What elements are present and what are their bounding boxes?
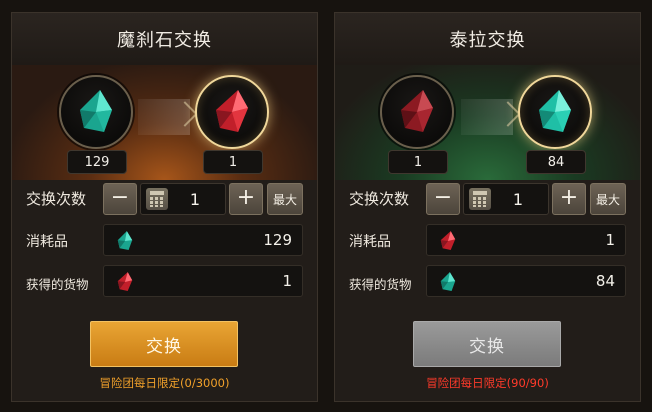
consume-value: 129 bbox=[263, 231, 292, 249]
panel-title: 泰拉交换 bbox=[335, 13, 640, 65]
exchange-button[interactable]: 交换 bbox=[90, 321, 238, 367]
exchange-arrow-icon bbox=[461, 99, 513, 135]
gain-label: 获得的货物 bbox=[26, 277, 89, 292]
red-gem-icon bbox=[401, 90, 433, 132]
quantity-label: 交换次数 bbox=[349, 190, 410, 208]
to-item-slot[interactable] bbox=[195, 75, 269, 149]
from-item-slot[interactable] bbox=[59, 75, 133, 149]
exchange-banner: 129 1 bbox=[12, 65, 317, 180]
max-button[interactable]: 最大 bbox=[267, 183, 303, 215]
daily-limit-text: 冒险团每日限定(90/90) bbox=[426, 376, 549, 390]
decrease-button[interactable]: − bbox=[103, 183, 137, 215]
quantity-label: 交换次数 bbox=[26, 190, 87, 208]
teal-gem-icon bbox=[117, 231, 133, 250]
teal-gem-icon bbox=[440, 272, 456, 291]
calculator-icon[interactable] bbox=[469, 188, 491, 210]
consume-field: 129 bbox=[103, 224, 303, 256]
from-item-slot[interactable] bbox=[380, 75, 454, 149]
increase-button[interactable]: + bbox=[229, 183, 263, 215]
consume-label: 消耗品 bbox=[26, 234, 68, 250]
red-gem-icon bbox=[440, 231, 456, 250]
from-count: 1 bbox=[388, 150, 448, 174]
consume-value: 1 bbox=[605, 231, 615, 249]
exchange-panel-mosha-stone: 魔刹石交换 129 1 交换次数 − 1 + 最大 消耗品 129 获得的货物 … bbox=[11, 12, 318, 402]
max-button[interactable]: 最大 bbox=[590, 183, 626, 215]
quantity-input[interactable]: 1 bbox=[140, 183, 226, 215]
calculator-icon[interactable] bbox=[146, 188, 168, 210]
from-count: 129 bbox=[67, 150, 127, 174]
exchange-banner: 1 84 bbox=[335, 65, 640, 180]
to-item-slot[interactable] bbox=[518, 75, 592, 149]
gain-value: 1 bbox=[282, 272, 292, 290]
teal-gem-icon bbox=[539, 90, 571, 132]
daily-limit-text: 冒险团每日限定(0/3000) bbox=[99, 376, 230, 390]
gain-value: 84 bbox=[595, 272, 615, 290]
teal-gem-icon bbox=[80, 90, 112, 132]
consume-label: 消耗品 bbox=[349, 234, 391, 250]
red-gem-icon bbox=[117, 272, 133, 291]
gain-label: 获得的货物 bbox=[349, 277, 412, 292]
consume-field: 1 bbox=[426, 224, 626, 256]
panel-title: 魔刹石交换 bbox=[12, 13, 317, 65]
quantity-input[interactable]: 1 bbox=[463, 183, 549, 215]
exchange-arrow-icon bbox=[138, 99, 190, 135]
increase-button[interactable]: + bbox=[552, 183, 586, 215]
quantity-value: 1 bbox=[189, 189, 201, 209]
quantity-value: 1 bbox=[512, 189, 524, 209]
to-count: 84 bbox=[526, 150, 586, 174]
exchange-panel-tera: 泰拉交换 1 84 交换次数 − 1 + 最大 消耗品 1 获得的货物 84 交… bbox=[334, 12, 641, 402]
gain-field: 1 bbox=[103, 265, 303, 297]
decrease-button[interactable]: − bbox=[426, 183, 460, 215]
to-count: 1 bbox=[203, 150, 263, 174]
red-gem-icon bbox=[216, 90, 248, 132]
exchange-button[interactable]: 交换 bbox=[413, 321, 561, 367]
gain-field: 84 bbox=[426, 265, 626, 297]
